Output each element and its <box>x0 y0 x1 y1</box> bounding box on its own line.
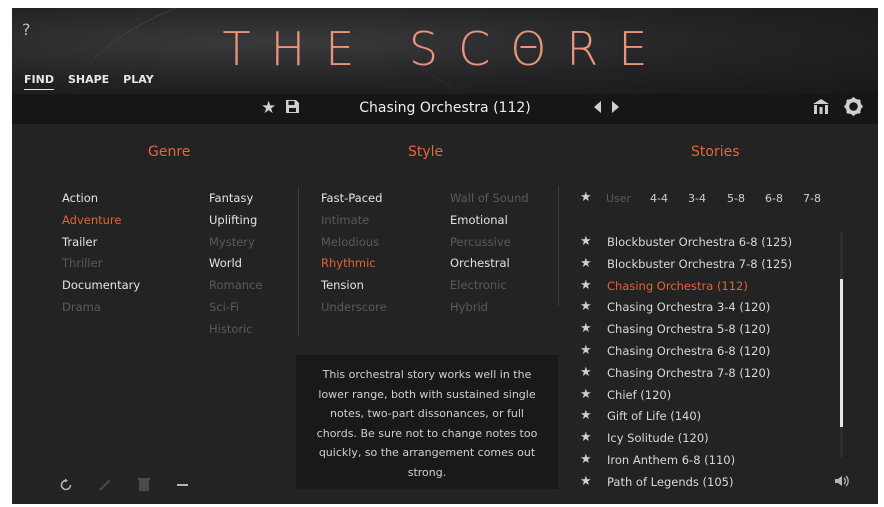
stories-title: Stories <box>691 144 740 160</box>
stories-filter-5-8[interactable]: 5-8 <box>727 192 745 205</box>
divider <box>298 186 299 336</box>
story-label: Chief (120) <box>607 387 672 402</box>
gear-icon[interactable] <box>844 97 863 121</box>
story-label: Chasing Orchestra 7-8 (120) <box>607 365 771 380</box>
app-window: ? THE SCΘRE FIND SHAPE PLAY ★ Chasing Or… <box>12 8 878 504</box>
genre-tag[interactable]: Drama <box>62 300 101 314</box>
minus-icon[interactable] <box>177 478 189 496</box>
story-label: Chasing Orchestra 3-4 (120) <box>607 300 771 315</box>
story-item[interactable]: ★ Chief (120) <box>580 387 820 405</box>
genre-tag[interactable]: Adventure <box>62 213 121 227</box>
favorite-star-icon[interactable]: ★ <box>580 452 592 467</box>
preset-name[interactable]: Chasing Orchestra (112) <box>12 100 878 116</box>
genre-tag[interactable]: Trailer <box>62 235 97 249</box>
style-tag[interactable]: Orchestral <box>450 256 510 270</box>
genre-tag[interactable]: Sci-Fi <box>209 300 239 314</box>
favorites-filter-star-icon[interactable]: ★ <box>580 190 592 205</box>
favorite-star-icon[interactable]: ★ <box>580 299 592 314</box>
style-tag[interactable]: Electronic <box>450 278 507 292</box>
style-tag[interactable]: Hybrid <box>450 300 488 314</box>
preset-toolbar: ★ Chasing Orchestra (112) <box>12 94 878 124</box>
tab-play[interactable]: PLAY <box>123 73 154 90</box>
favorite-star-icon[interactable]: ★ <box>580 256 592 271</box>
genre-tag[interactable]: Uplifting <box>209 213 257 227</box>
story-label: Chasing Orchestra 6-8 (120) <box>607 344 771 358</box>
genre-tag[interactable]: Romance <box>209 278 262 292</box>
story-description: This orchestral story works well in the … <box>296 355 558 489</box>
style-tag[interactable]: Wall of Sound <box>450 191 529 205</box>
story-item[interactable]: ★ Chasing Orchestra 7-8 (120) <box>580 365 820 383</box>
tab-shape[interactable]: SHAPE <box>68 73 109 90</box>
story-label: Blockbuster Orchestra 7-8 (125) <box>607 256 793 271</box>
genre-tag[interactable]: Fantasy <box>209 191 253 205</box>
favorite-star-icon[interactable]: ★ <box>580 321 592 336</box>
favorite-star-icon[interactable]: ★ <box>580 365 592 380</box>
story-item[interactable]: ★ Chasing Orchestra 5-8 (120) <box>580 321 820 339</box>
mixer-icon[interactable] <box>812 98 830 121</box>
stories-filter-user[interactable]: User <box>606 192 631 205</box>
story-label: Gift of Life (140) <box>607 409 702 424</box>
stories-filter-6-8[interactable]: 6-8 <box>765 192 783 205</box>
story-item[interactable]: ★ Chasing Orchestra (112) <box>580 278 820 296</box>
story-item[interactable]: ★ Chasing Orchestra 6-8 (120) <box>580 343 820 361</box>
stories-filter-3-4[interactable]: 3-4 <box>688 192 706 205</box>
story-item[interactable]: ★ Chasing Orchestra 3-4 (120) <box>580 299 820 317</box>
stories-filter-4-4[interactable]: 4-4 <box>650 192 668 205</box>
story-label: Chasing Orchestra (112) <box>607 278 748 293</box>
browser-panel: Genre Action Adventure Trailer Thriller Docu… <box>12 124 878 504</box>
story-item[interactable]: ★ Blockbuster Orchestra 7-8 (125) <box>580 256 820 274</box>
genre-tag[interactable]: Historic <box>209 322 253 336</box>
story-item[interactable]: ★ Icy Solitude (120) <box>580 430 820 448</box>
favorite-star-icon[interactable]: ★ <box>580 343 592 358</box>
favorite-star-icon[interactable]: ★ <box>580 474 592 489</box>
style-tag[interactable]: Underscore <box>321 300 387 314</box>
genre-title: Genre <box>148 144 191 160</box>
story-label: Chasing Orchestra 5-8 (120) <box>607 322 771 337</box>
genre-tag[interactable]: Action <box>62 191 98 205</box>
next-preset-icon[interactable] <box>611 99 621 119</box>
genre-tag[interactable]: Thriller <box>62 256 102 270</box>
style-tag[interactable]: Intimate <box>321 213 369 227</box>
header-banner: ? THE SCΘRE FIND SHAPE PLAY <box>12 8 878 185</box>
trash-icon[interactable] <box>138 477 150 496</box>
divider <box>558 186 559 306</box>
style-tag[interactable]: Melodious <box>321 235 379 249</box>
story-item[interactable]: ★ Iron Anthem 6-8 (110) <box>580 452 820 470</box>
story-label: Icy Solitude (120) <box>607 431 709 446</box>
stories-filter-7-8[interactable]: 7-8 <box>803 192 821 205</box>
style-tag[interactable]: Fast-Paced <box>321 191 382 205</box>
style-tag[interactable]: Percussive <box>450 235 511 249</box>
style-title: Style <box>408 144 444 160</box>
favorite-star-icon[interactable]: ★ <box>580 234 592 249</box>
favorite-star-icon[interactable]: ★ <box>580 278 592 293</box>
prev-preset-icon[interactable] <box>592 99 602 119</box>
story-item[interactable]: ★ Path of Legends (105) <box>580 474 820 492</box>
genre-tag[interactable]: Documentary <box>62 278 140 292</box>
product-logo: THE SCΘRE <box>222 22 668 76</box>
style-tag[interactable]: Tension <box>321 278 364 292</box>
genre-tag[interactable]: Mystery <box>209 235 255 249</box>
favorite-star-icon[interactable]: ★ <box>580 430 592 445</box>
style-tag[interactable]: Rhythmic <box>321 256 376 270</box>
tab-find[interactable]: FIND <box>24 73 54 90</box>
style-tag[interactable]: Emotional <box>450 213 508 227</box>
main-tabs: FIND SHAPE PLAY <box>24 73 154 90</box>
story-label: Blockbuster Orchestra 6-8 (125) <box>607 235 793 249</box>
story-item[interactable]: ★ Blockbuster Orchestra 6-8 (125) <box>580 234 820 252</box>
story-item[interactable]: ★ Gift of Life (140) <box>580 408 820 426</box>
favorite-star-icon[interactable]: ★ <box>580 387 592 402</box>
speaker-icon[interactable] <box>834 474 850 492</box>
story-label: Path of Legends (105) <box>607 474 734 489</box>
reset-icon[interactable] <box>59 478 73 496</box>
edit-icon[interactable] <box>98 478 112 496</box>
genre-tag[interactable]: World <box>209 256 242 270</box>
favorite-star-icon[interactable]: ★ <box>580 408 592 423</box>
story-label: Iron Anthem 6-8 (110) <box>607 453 736 467</box>
scrollbar-thumb[interactable] <box>840 279 843 427</box>
